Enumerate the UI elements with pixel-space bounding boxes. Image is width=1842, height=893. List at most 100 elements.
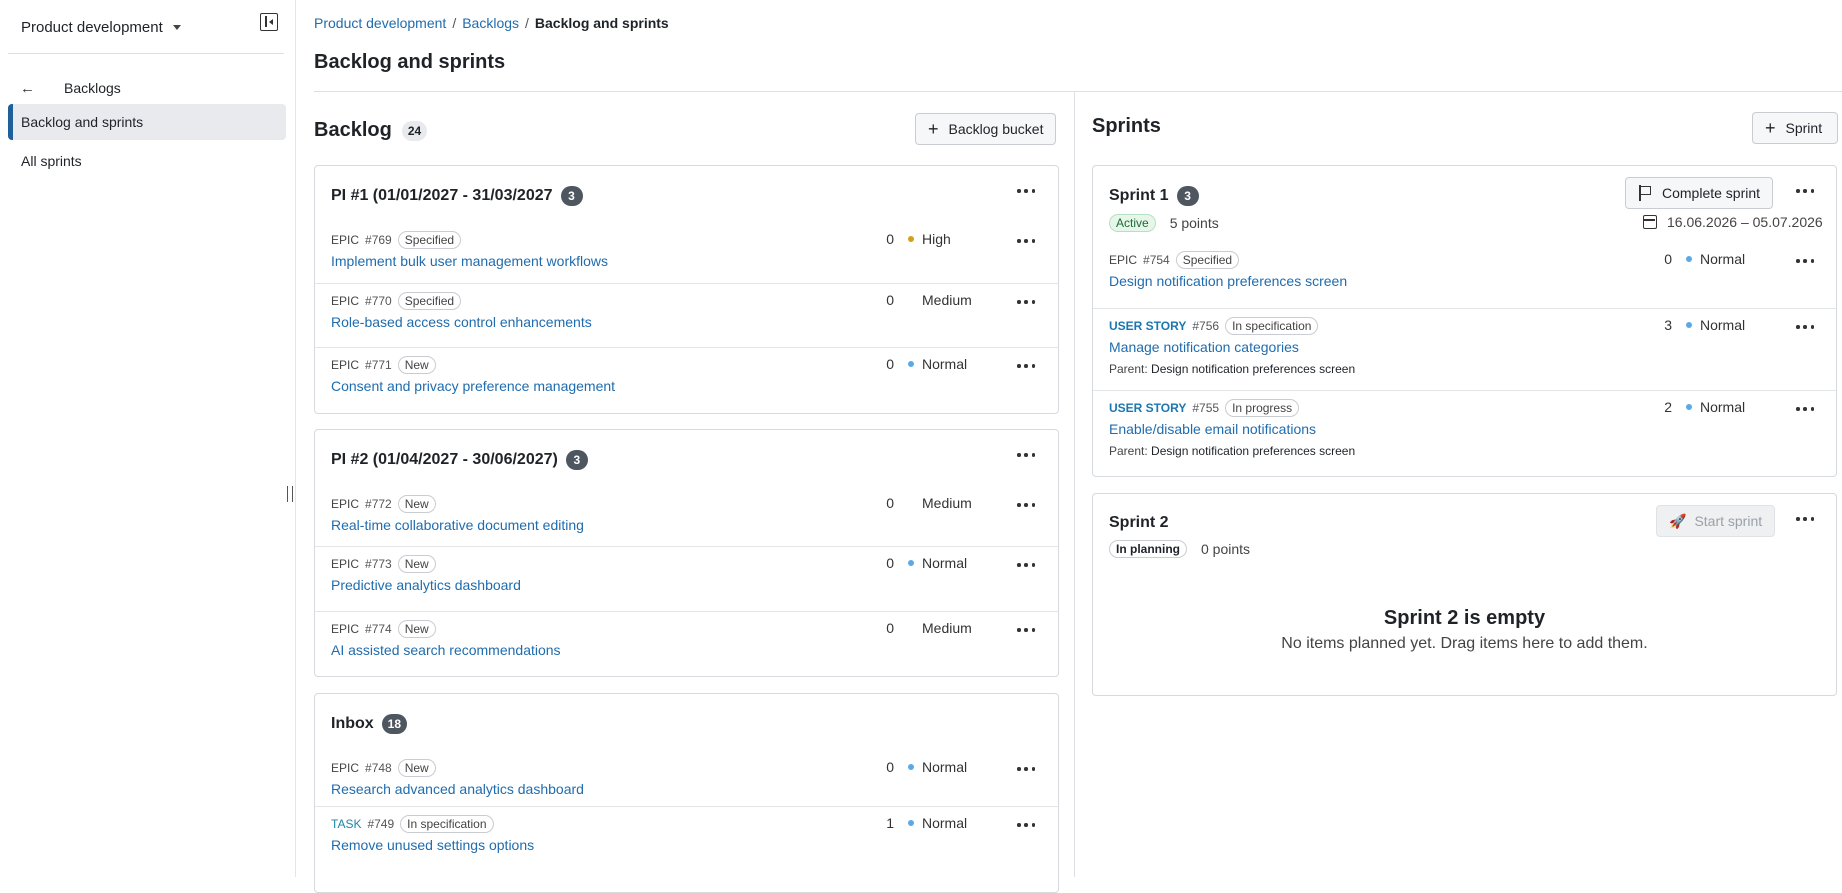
sidebar-item-backlog-and-sprints[interactable]: Backlog and sprints bbox=[8, 104, 286, 140]
more-options-icon[interactable] bbox=[1014, 233, 1038, 249]
sprint-name: Sprint 1 bbox=[1109, 187, 1169, 204]
priority-dot-icon bbox=[1686, 256, 1692, 262]
project-name[interactable]: Product development bbox=[21, 19, 163, 36]
wp-subject-link[interactable]: Remove unused settings options bbox=[331, 837, 534, 853]
priority-dot-icon bbox=[908, 820, 914, 826]
wp-subject-link[interactable]: Manage notification categories bbox=[1109, 339, 1299, 355]
priority: Medium bbox=[922, 495, 972, 511]
breadcrumb-separator: / bbox=[525, 15, 529, 31]
more-options-icon[interactable] bbox=[1793, 511, 1817, 527]
add-sprint-button[interactable]: + Sprint bbox=[1752, 112, 1838, 144]
breadcrumb: Product development / Backlogs / Backlog… bbox=[314, 15, 669, 31]
project-selector[interactable]: Product development bbox=[8, 10, 284, 44]
wp-meta: EPIC #772 New bbox=[331, 495, 436, 513]
sprint-card-2: Sprint 2 In planning 0 points 🚀 Start sp… bbox=[1092, 493, 1837, 696]
wp-id[interactable]: #769 bbox=[365, 233, 392, 247]
wp-subject-link[interactable]: Research advanced analytics dashboard bbox=[331, 781, 584, 797]
wp-subject-link[interactable]: Role-based access control enhancements bbox=[331, 314, 592, 330]
priority-label: Normal bbox=[922, 555, 968, 571]
wp-subject-link[interactable]: Enable/disable email notifications bbox=[1109, 421, 1316, 437]
sidebar: Product development ← Backlogs Backlog a… bbox=[0, 0, 296, 877]
bucket-header: PI #1 (01/01/2027 - 31/03/2027 3 bbox=[331, 186, 583, 206]
more-options-icon[interactable] bbox=[1014, 622, 1038, 638]
story-points: 0 bbox=[886, 759, 894, 775]
priority-label: Medium bbox=[922, 292, 972, 308]
wp-type: USER STORY bbox=[1109, 319, 1187, 333]
more-options-icon[interactable] bbox=[1014, 497, 1038, 513]
more-options-icon[interactable] bbox=[1793, 183, 1817, 199]
breadcrumb-backlogs[interactable]: Backlogs bbox=[462, 15, 519, 31]
wp-id[interactable]: #754 bbox=[1143, 253, 1170, 267]
sprint-points: 5 points bbox=[1169, 215, 1219, 231]
priority-label: Medium bbox=[922, 620, 972, 636]
work-package-row[interactable]: EPIC #754 Specified Design notification … bbox=[1093, 243, 1836, 308]
complete-sprint-button[interactable]: Complete sprint bbox=[1625, 177, 1774, 209]
work-package-row[interactable]: EPIC #769 Specified Implement bulk user … bbox=[315, 223, 1058, 288]
work-package-row[interactable]: EPIC #770 Specified Role-based access co… bbox=[315, 283, 1058, 348]
work-package-row[interactable]: EPIC #772 New Real-time collaborative do… bbox=[315, 487, 1058, 552]
wp-meta: EPIC #748 New bbox=[331, 759, 436, 777]
priority-dot-icon bbox=[908, 560, 914, 566]
more-options-icon[interactable] bbox=[1014, 294, 1038, 310]
work-package-row[interactable]: USER STORY #756 In specification Manage … bbox=[1093, 308, 1836, 394]
wp-id[interactable]: #756 bbox=[1192, 319, 1219, 333]
backlog-bucket-inbox: Inbox 18 EPIC #748 New Research advanced… bbox=[314, 693, 1059, 893]
wp-id[interactable]: #755 bbox=[1192, 401, 1219, 415]
wp-type: EPIC bbox=[1109, 253, 1138, 267]
more-options-icon[interactable] bbox=[1014, 447, 1038, 463]
priority: Normal bbox=[908, 356, 967, 372]
empty-state-title: Sprint 2 is empty bbox=[1383, 607, 1546, 629]
wp-id[interactable]: #771 bbox=[365, 358, 392, 372]
wp-id[interactable]: #748 bbox=[365, 761, 392, 775]
work-package-row[interactable]: TASK #749 In specification Remove unused… bbox=[315, 806, 1058, 871]
priority: Normal bbox=[1686, 251, 1745, 267]
back-to-backlogs[interactable]: ← Backlogs bbox=[8, 76, 121, 100]
wp-meta: TASK #749 In specification bbox=[331, 815, 494, 833]
more-options-icon[interactable] bbox=[1014, 358, 1038, 374]
priority-label: Normal bbox=[922, 759, 968, 775]
work-package-row[interactable]: USER STORY #755 In progress Enable/disab… bbox=[1093, 390, 1836, 476]
wp-subject-link[interactable]: Real-time collaborative document editing bbox=[331, 517, 584, 533]
back-label[interactable]: Backlogs bbox=[64, 80, 121, 96]
wp-subject-link[interactable]: Implement bulk user management workflows bbox=[331, 253, 608, 269]
wp-id[interactable]: #773 bbox=[365, 557, 392, 571]
work-package-row[interactable]: EPIC #774 New AI assisted search recomme… bbox=[315, 611, 1058, 676]
parent-link[interactable]: Design notification preferences screen bbox=[1151, 362, 1355, 376]
sprint-date-range: 16.06.2026 – 05.07.2026 bbox=[1667, 214, 1823, 230]
start-sprint-button[interactable]: 🚀 Start sprint bbox=[1656, 505, 1776, 537]
resize-handle-icon[interactable] bbox=[287, 486, 293, 502]
chevron-down-icon[interactable] bbox=[172, 24, 181, 30]
more-options-icon[interactable] bbox=[1014, 557, 1038, 573]
add-backlog-bucket-button[interactable]: + Backlog bucket bbox=[915, 113, 1057, 145]
wp-id[interactable]: #749 bbox=[367, 817, 394, 831]
wp-subject-link[interactable]: Consent and privacy preference managemen… bbox=[331, 378, 615, 394]
more-options-icon[interactable] bbox=[1014, 817, 1038, 833]
wp-type: EPIC bbox=[331, 497, 360, 511]
status-badge: In specification bbox=[400, 815, 494, 833]
flag-icon bbox=[1638, 185, 1652, 201]
wp-subject-link[interactable]: AI assisted search recommendations bbox=[331, 642, 561, 658]
wp-id[interactable]: #770 bbox=[365, 294, 392, 308]
parent-link[interactable]: Design notification preferences screen bbox=[1151, 444, 1355, 458]
collapse-sidebar-icon[interactable] bbox=[260, 13, 278, 31]
more-options-icon[interactable] bbox=[1793, 319, 1817, 335]
wp-id[interactable]: #772 bbox=[365, 497, 392, 511]
rocket-icon: 🚀 bbox=[1669, 512, 1687, 529]
arrow-left-icon[interactable]: ← bbox=[20, 80, 44, 97]
priority: Normal bbox=[908, 555, 967, 571]
priority: Normal bbox=[1686, 317, 1745, 333]
work-package-row[interactable]: EPIC #773 New Predictive analytics dashb… bbox=[315, 546, 1058, 611]
more-options-icon[interactable] bbox=[1793, 401, 1817, 417]
story-points: 0 bbox=[886, 620, 894, 636]
more-options-icon[interactable] bbox=[1014, 761, 1038, 777]
work-package-row[interactable]: EPIC #771 New Consent and privacy prefer… bbox=[315, 347, 1058, 413]
breadcrumb-project[interactable]: Product development bbox=[314, 15, 446, 31]
more-options-icon[interactable] bbox=[1014, 183, 1038, 199]
wp-subject-link[interactable]: Design notification preferences screen bbox=[1109, 273, 1347, 289]
wp-id[interactable]: #774 bbox=[365, 622, 392, 636]
more-options-icon[interactable] bbox=[1793, 253, 1817, 269]
wp-meta: EPIC #774 New bbox=[331, 620, 436, 638]
sidebar-item-all-sprints[interactable]: All sprints bbox=[8, 143, 286, 179]
wp-type: USER STORY bbox=[1109, 401, 1187, 415]
wp-subject-link[interactable]: Predictive analytics dashboard bbox=[331, 577, 521, 593]
